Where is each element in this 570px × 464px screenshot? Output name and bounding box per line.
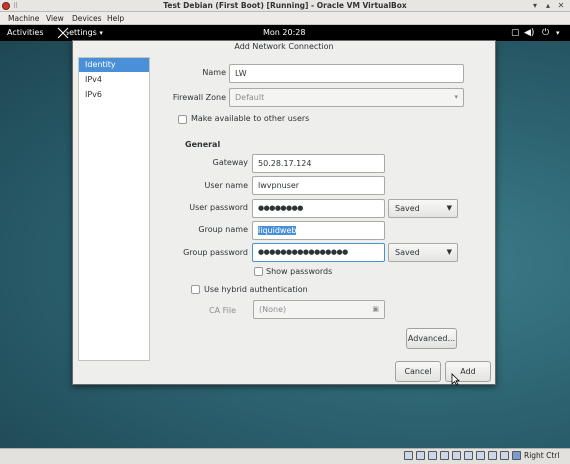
group-name-value: liquidweb <box>258 226 297 235</box>
activities-button[interactable]: Activities <box>7 25 44 41</box>
group-password-mode-select[interactable]: Saved ▼ <box>388 243 458 262</box>
system-menu-chevron-icon[interactable]: ▾ <box>556 25 560 41</box>
group-name-label: Group name <box>198 225 248 234</box>
ca-file-chooser: (None) ▣ <box>253 300 385 319</box>
sidebar-item-ipv4[interactable]: IPv4 <box>79 73 149 87</box>
firewall-zone-label: Firewall Zone <box>172 93 226 102</box>
show-passwords-label: Show passwords <box>266 267 333 276</box>
audio-icon[interactable] <box>428 451 437 460</box>
screen-icon[interactable]: ▢ <box>511 25 520 41</box>
menu-view[interactable]: View <box>43 12 67 25</box>
chevron-down-icon: ▾ <box>454 93 458 101</box>
menu-help[interactable]: Help <box>104 12 127 25</box>
group-name-input[interactable]: liquidweb <box>252 221 385 240</box>
menu-machine[interactable]: Machine <box>5 12 42 25</box>
general-heading: General <box>185 140 221 149</box>
user-password-mode-select[interactable]: Saved ▼ <box>388 199 458 218</box>
x-cursor-icon <box>56 26 70 40</box>
user-password-label: User password <box>189 203 248 212</box>
user-password-input[interactable]: ●●●●●●●● <box>252 199 385 218</box>
sidebar-item-identity[interactable]: Identity <box>79 58 149 72</box>
network-icon[interactable] <box>440 451 449 460</box>
video-capture-icon[interactable] <box>488 451 497 460</box>
dialog-title: Add Network Connection <box>234 42 334 51</box>
chevron-down-icon: ▼ <box>446 204 452 212</box>
power-icon[interactable]: ⏻ <box>542 25 549 41</box>
shared-folders-icon[interactable] <box>464 451 473 460</box>
keyboard-capture-icon[interactable] <box>512 451 521 460</box>
display-icon[interactable] <box>476 451 485 460</box>
optical-drive-icon[interactable] <box>416 451 425 460</box>
window-menu-icon[interactable]: ⠿ <box>13 2 18 10</box>
sidebar-item-ipv6[interactable]: IPv6 <box>79 88 149 102</box>
gateway-input[interactable]: 50.28.17.124 <box>252 154 385 173</box>
ca-file-value: (None) <box>259 305 287 314</box>
name-input[interactable]: LW <box>229 64 464 83</box>
cancel-button[interactable]: Cancel <box>395 361 441 382</box>
advanced-button[interactable]: Advanced... <box>406 328 457 349</box>
hard-disk-icon[interactable] <box>404 451 413 460</box>
maximize-icon[interactable]: ▴ <box>543 1 553 11</box>
host-key-label: Right Ctrl <box>524 451 560 460</box>
dialog-sidebar <box>78 57 150 361</box>
clock[interactable]: Mon 20:28 <box>263 25 305 41</box>
hybrid-auth-checkbox[interactable] <box>191 285 200 294</box>
name-label: Name <box>202 68 226 77</box>
usb-icon[interactable] <box>452 451 461 460</box>
gateway-label: Gateway <box>212 158 248 167</box>
group-password-label: Group password <box>183 248 248 257</box>
minimize-icon[interactable]: ▾ <box>530 1 540 11</box>
group-password-input[interactable]: ●●●●●●●●●●●●●●●● <box>252 243 385 262</box>
hybrid-auth-label: Use hybrid authentication <box>204 285 308 294</box>
available-label: Make available to other users <box>191 114 310 123</box>
cpu-icon[interactable] <box>500 451 509 460</box>
available-checkbox[interactable] <box>178 115 187 124</box>
mouse-pointer-icon <box>451 373 460 386</box>
virtualbox-logo-icon <box>2 2 10 10</box>
close-icon[interactable]: ✕ <box>556 1 566 11</box>
firewall-zone-select: Default ▾ <box>229 88 464 107</box>
volume-icon[interactable]: ◀) <box>524 25 534 41</box>
show-passwords-checkbox[interactable] <box>254 267 263 276</box>
username-label: User name <box>204 181 248 190</box>
host-window-title: Test Debian (First Boot) [Running] - Ora… <box>163 1 407 10</box>
chevron-down-icon: ▾ <box>99 29 103 37</box>
firewall-zone-value: Default <box>235 93 265 102</box>
chevron-down-icon: ▼ <box>446 248 452 256</box>
ca-file-label: CA File <box>209 306 236 315</box>
folder-icon: ▣ <box>372 305 379 313</box>
user-password-mode-value: Saved <box>395 204 420 213</box>
group-password-mode-value: Saved <box>395 248 420 257</box>
username-input[interactable]: lwvpnuser <box>252 176 385 195</box>
host-titlebar: Test Debian (First Boot) [Running] - Ora… <box>0 0 570 12</box>
menu-devices[interactable]: Devices <box>69 12 105 25</box>
